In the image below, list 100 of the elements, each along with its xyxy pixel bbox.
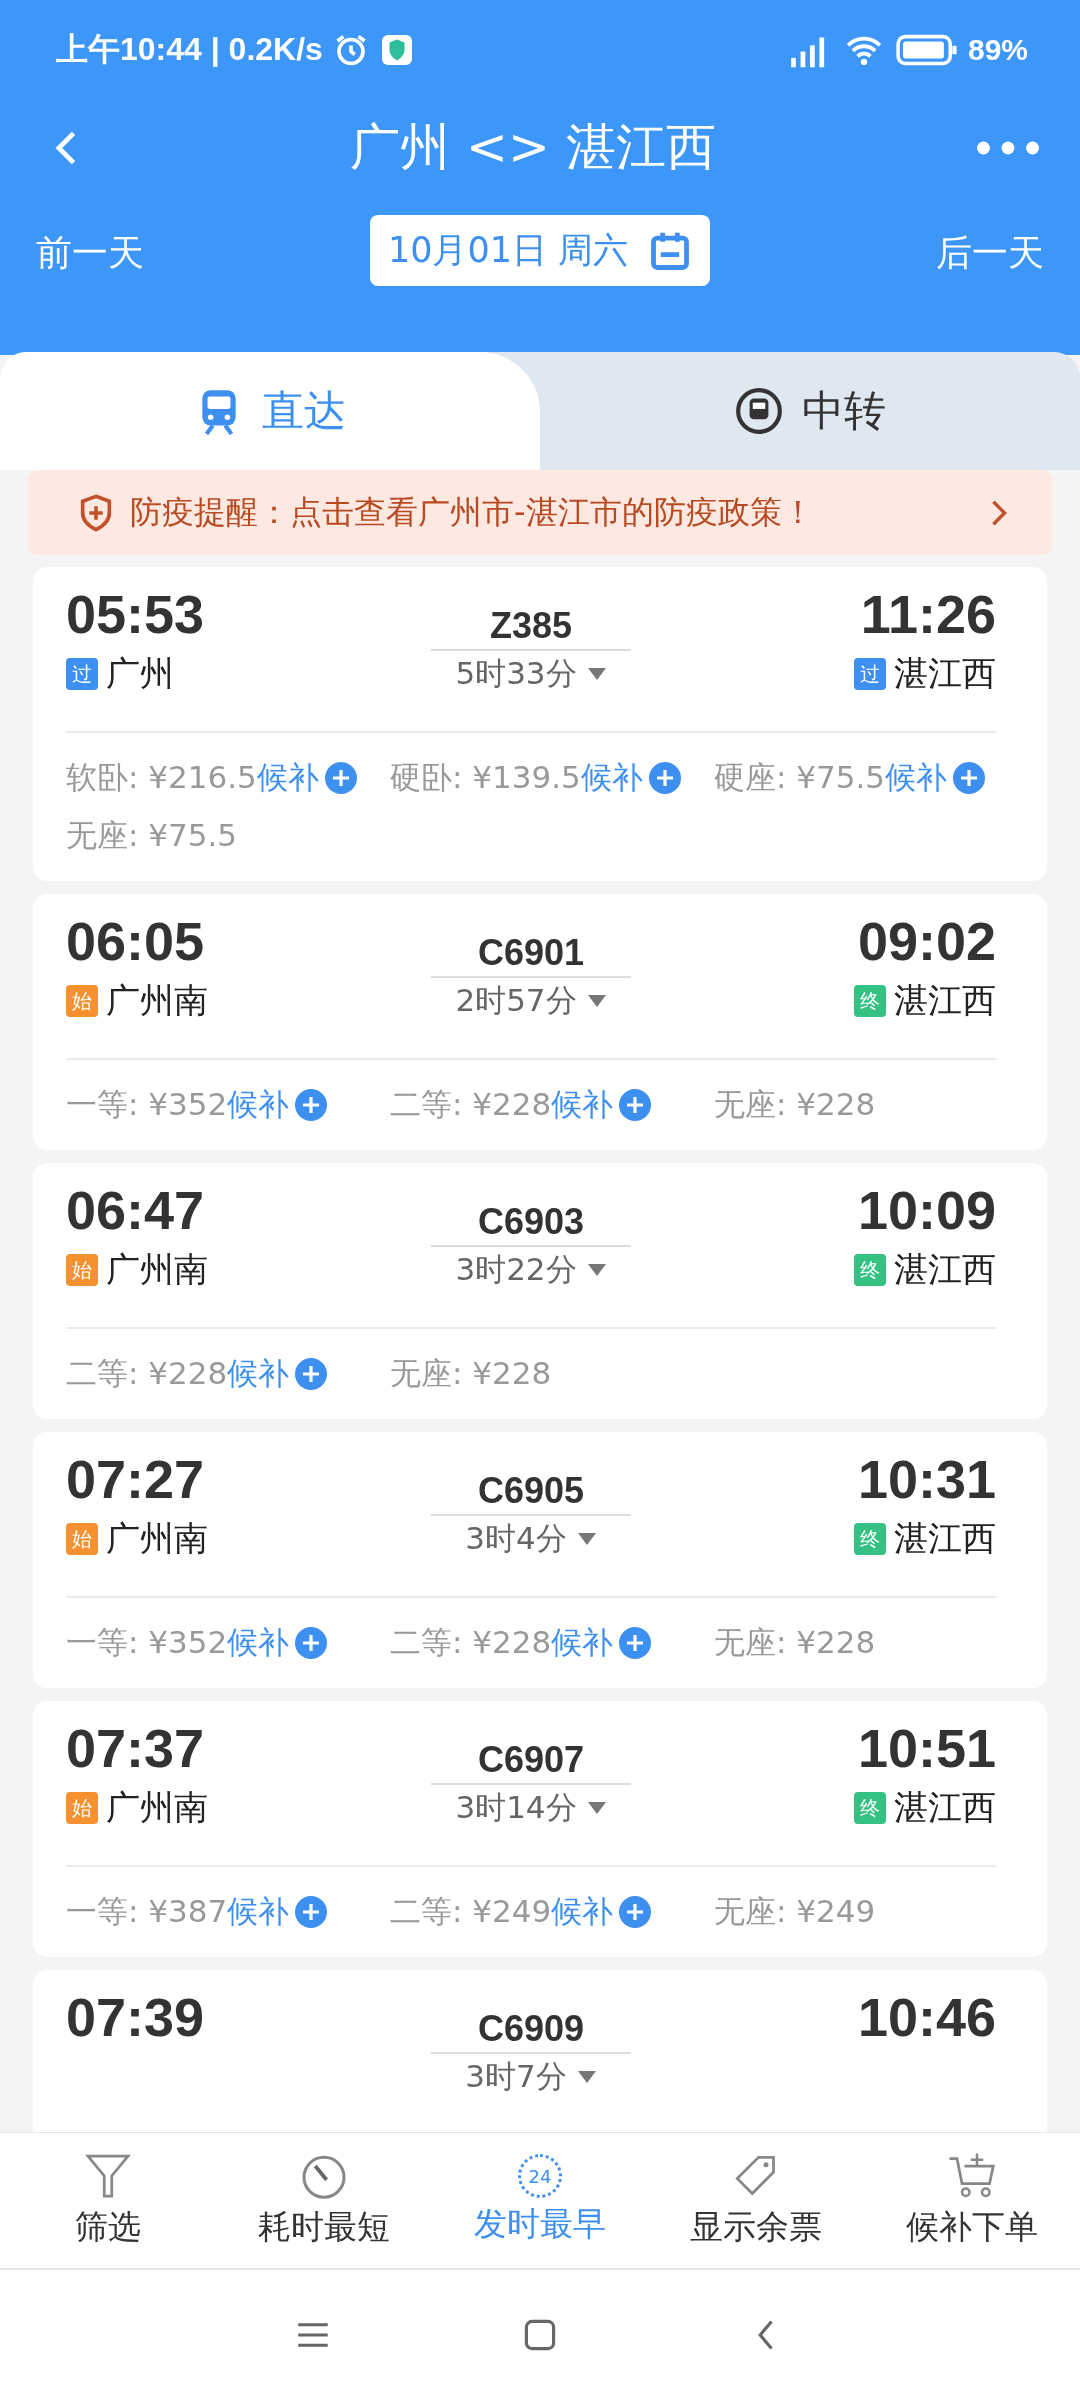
duration: 3时4分 [465, 1519, 567, 1558]
arrival-time: 10:31 [857, 1448, 996, 1510]
departure-time: 06:47 [66, 1179, 206, 1241]
duration: 3时22分 [455, 1250, 577, 1289]
train-card[interactable]: 05:53 过 广州 Z385 5时33分 11:26 过 湛江西 软卧: ¥216.5候补 硬卧: ¥139.5候补 硬座: ¥75.5候补 无座: ¥75.5 [33, 567, 1047, 881]
add-icon[interactable] [295, 1089, 328, 1121]
departure-time: 05:53 [66, 583, 206, 645]
more-icon[interactable] [976, 139, 1040, 156]
departure-time: 07:27 [66, 1448, 206, 1510]
add-icon[interactable] [295, 1358, 328, 1390]
dropdown-icon[interactable] [576, 1533, 597, 1545]
arrival-time: 10:51 [857, 1717, 996, 1779]
seat-price: 一等: ¥387 [66, 1892, 228, 1931]
add-icon[interactable] [295, 1896, 328, 1928]
duration: 5时33分 [455, 654, 577, 693]
arrival-station: 湛江西 [894, 979, 996, 1022]
add-icon[interactable] [295, 1627, 328, 1659]
arrival-station: 湛江西 [894, 1786, 996, 1829]
station-badge: 始 [66, 985, 98, 1017]
waitlist-link[interactable]: 候补 [551, 1622, 614, 1664]
waitlist-link[interactable]: 候补 [227, 1891, 290, 1933]
duration: 3时7分 [465, 2057, 567, 2096]
status-time: 上午10:44 | 0.2K/s [56, 30, 323, 69]
waitlist-link[interactable]: 候补 [227, 1084, 290, 1126]
station-badge: 始 [66, 1792, 98, 1824]
add-icon[interactable] [619, 1089, 652, 1121]
departure-station: 广州南 [106, 979, 208, 1022]
dropdown-icon[interactable] [586, 995, 607, 1007]
epidemic-notice[interactable]: 防疫提醒：点击查看广州市-湛江市的防疫政策！ [28, 470, 1052, 555]
clock-icon: 24 [518, 2154, 562, 2198]
train-number: C6901 [477, 932, 585, 974]
station-badge: 终 [854, 1523, 886, 1555]
waitlist-link[interactable]: 候补 [227, 1622, 290, 1664]
train-number: C6907 [477, 1739, 585, 1781]
arrival-station: 湛江西 [894, 1517, 996, 1560]
add-icon[interactable] [619, 1627, 652, 1659]
seat-price: 软卧: ¥216.5 [66, 758, 257, 797]
station-badge: 过 [66, 658, 98, 690]
train-card[interactable]: 07:39 C6909 3时7分 10:46 [33, 1970, 1047, 2133]
departure-station: 广州南 [106, 1248, 208, 1291]
arrival-station: 湛江西 [894, 1248, 996, 1291]
chevron-right-icon [990, 498, 1008, 527]
station-badge: 始 [66, 1254, 98, 1286]
dropdown-icon[interactable] [586, 668, 607, 680]
dropdown-icon[interactable] [576, 2071, 597, 2083]
station-badge: 终 [854, 1792, 886, 1824]
add-icon[interactable] [953, 762, 986, 794]
seat-price: 无座: ¥228 [714, 1085, 876, 1124]
departure-time: 07:39 [66, 1986, 206, 2048]
arrival-time: 10:09 [857, 1179, 996, 1241]
seat-price: 二等: ¥228 [390, 1085, 552, 1124]
route-title: 广州 <> 湛江西 [350, 117, 716, 178]
waitlist-link[interactable]: 候补 [227, 1353, 290, 1395]
seat-price: 无座: ¥228 [390, 1354, 552, 1393]
add-icon[interactable] [619, 1896, 652, 1928]
previous-day-link[interactable]: 前一天 [36, 229, 144, 278]
train-card[interactable]: 07:27 始 广州南 C6905 3时4分 10:31 终 湛江西 一等: ¥352候补 二等: ¥228候补 无座: ¥228 [33, 1432, 1047, 1688]
waitlist-link[interactable]: 候补 [551, 1084, 614, 1126]
battery-level: 89% [967, 33, 1028, 67]
train-number: C6903 [477, 1201, 585, 1243]
seat-price: 无座: ¥249 [714, 1892, 876, 1931]
train-number: C6905 [477, 1470, 585, 1512]
waitlist-link[interactable]: 候补 [256, 757, 319, 799]
train-card[interactable]: 06:47 始 广州南 C6903 3时22分 10:09 终 湛江西 二等: ¥228候补 无座: ¥228 [33, 1163, 1047, 1419]
seat-price: 二等: ¥228 [66, 1354, 228, 1393]
departure-time: 07:37 [66, 1717, 206, 1779]
waitlist-link[interactable]: 候补 [580, 757, 643, 799]
next-day-link[interactable]: 后一天 [936, 229, 1044, 278]
tab[interactable]: 中转 [540, 352, 1080, 470]
train-circle-icon [734, 386, 784, 436]
dropdown-icon[interactable] [586, 1802, 607, 1814]
add-icon[interactable] [648, 762, 681, 794]
station-badge: 终 [854, 985, 886, 1017]
seat-price: 二等: ¥249 [390, 1892, 552, 1931]
tab[interactable]: 直达 [0, 352, 540, 470]
train-card[interactable]: 06:05 始 广州南 C6901 2时57分 09:02 终 湛江西 一等: ¥352候补 二等: ¥228候补 无座: ¥228 [33, 894, 1047, 1150]
departure-station: 广州南 [106, 1786, 208, 1829]
station-badge: 始 [66, 1523, 98, 1555]
station-badge: 终 [854, 1254, 886, 1286]
date-picker[interactable]: 10月01日 周六 [369, 215, 711, 286]
train-number: Z385 [489, 605, 573, 647]
seat-price: 无座: ¥228 [714, 1623, 876, 1662]
battery-icon [895, 34, 958, 66]
train-number: C6909 [477, 2008, 585, 2050]
add-icon[interactable] [324, 762, 357, 794]
seat-price: 一等: ¥352 [66, 1085, 228, 1124]
station-badge: 过 [854, 658, 886, 690]
waitlist-link[interactable]: 候补 [885, 757, 948, 799]
notice-text: 防疫提醒：点击查看广州市-湛江市的防疫政策！ [130, 491, 815, 533]
duration: 2时57分 [455, 981, 577, 1020]
dropdown-icon[interactable] [586, 1264, 607, 1276]
seat-price: 硬座: ¥75.5 [714, 758, 886, 797]
departure-station: 广州南 [106, 1517, 208, 1560]
train-card[interactable]: 07:37 始 广州南 C6907 3时14分 10:51 终 湛江西 一等: ¥387候补 二等: ¥249候补 无座: ¥249 [33, 1701, 1047, 1957]
departure-station: 广州 [106, 652, 174, 695]
home-icon[interactable] [523, 2318, 557, 2352]
seat-price: 二等: ¥228 [390, 1623, 552, 1662]
arrival-time: 10:46 [857, 1986, 996, 2048]
arrival-time: 11:26 [860, 583, 996, 645]
waitlist-link[interactable]: 候补 [551, 1891, 614, 1933]
